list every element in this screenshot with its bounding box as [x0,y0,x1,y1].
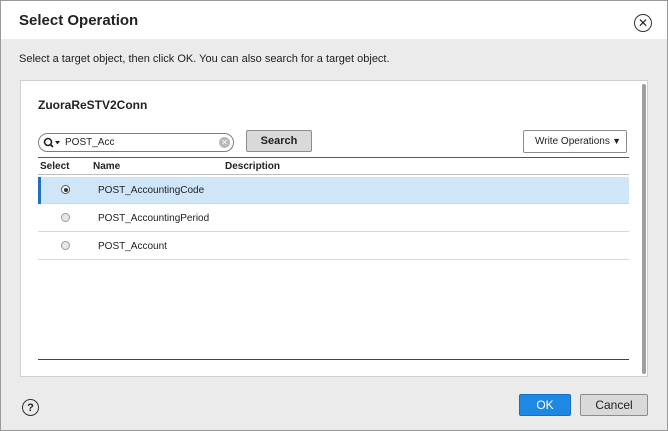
search-box[interactable]: ✕ [38,133,234,152]
dialog-titlebar: Select Operation ✕ [1,1,667,39]
operation-type-value: Write Operations [535,136,610,147]
cancel-button[interactable]: Cancel [580,394,648,416]
row-radio[interactable] [61,213,70,222]
instruction-text: Select a target object, then click OK. Y… [19,53,390,65]
question-icon[interactable]: ? [22,399,39,416]
ok-button[interactable]: OK [519,394,571,416]
chevron-down-icon: ▼ [612,136,621,146]
column-header-description: Description [225,161,281,172]
table-row[interactable]: POST_AccountingPeriod [38,205,629,232]
row-name: POST_AccountingCode [98,185,205,196]
dialog-title: Select Operation [19,12,139,29]
table-bottom-border [38,359,629,360]
column-header-name: Name [93,161,121,172]
row-radio[interactable] [61,185,70,194]
object-panel: ZuoraReSTV2Conn ✕ Search Write Operation… [20,80,648,377]
column-header-select: Select [40,161,70,172]
search-icon[interactable] [43,136,65,150]
row-name: POST_Account [98,241,167,252]
table-row[interactable]: POST_AccountingCode [38,177,629,204]
search-button[interactable]: Search [246,130,312,152]
row-radio[interactable] [61,241,70,250]
vertical-scrollbar[interactable] [642,84,646,374]
close-icon[interactable]: ✕ [634,14,652,32]
search-input[interactable] [65,135,215,150]
selected-row-indicator [38,177,41,204]
table-row[interactable]: POST_Account [38,233,629,260]
row-name: POST_AccountingPeriod [98,213,210,224]
operation-type-dropdown[interactable]: Write Operations ▼ [523,130,627,153]
connection-name: ZuoraReSTV2Conn [38,98,148,112]
select-operation-dialog: Select Operation ✕ Select a target objec… [0,0,668,431]
clear-search-icon[interactable]: ✕ [219,137,230,148]
table-header: Select Name Description [38,157,629,175]
